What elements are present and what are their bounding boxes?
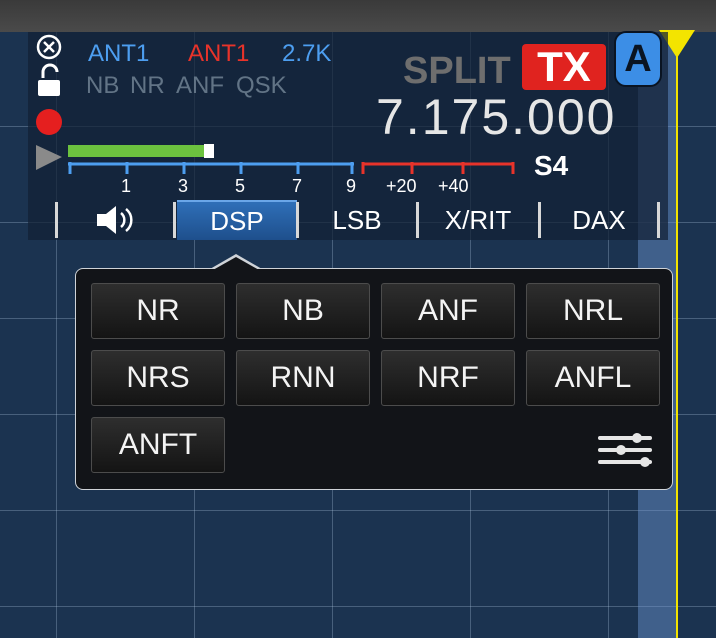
tab-separator — [55, 202, 58, 238]
tab-separator — [173, 202, 176, 238]
dsp-nrf-button[interactable]: NRF — [381, 350, 515, 406]
scale-label-7: 7 — [292, 176, 303, 196]
slice-letter-badge[interactable]: A — [614, 31, 662, 87]
tab-separator — [657, 202, 660, 238]
scale-label-9: 9 — [346, 176, 357, 196]
s-level-readout: S4 — [534, 150, 569, 181]
dsp-rnn-button[interactable]: RNN — [236, 350, 370, 406]
tab-lsb[interactable]: LSB — [300, 200, 414, 240]
speaker-icon — [97, 206, 133, 234]
s-meter-signal-bar — [68, 145, 210, 157]
dsp-anft-button[interactable]: ANFT — [91, 417, 225, 473]
dsp-anf-button[interactable]: ANF — [381, 283, 515, 339]
dsp-nr-button[interactable]: NR — [91, 283, 225, 339]
tab-separator — [538, 202, 541, 238]
tab-audio[interactable] — [62, 200, 170, 240]
sliders-icon[interactable] — [598, 432, 654, 468]
tab-dax[interactable]: DAX — [542, 200, 656, 240]
tab-dsp[interactable]: DSP — [177, 200, 297, 240]
tab-xrit[interactable]: X/RIT — [420, 200, 536, 240]
dsp-nrs-button[interactable]: NRS — [91, 350, 225, 406]
scale-label-3: 3 — [178, 176, 189, 196]
scale-label-plus40: +40 — [438, 176, 469, 196]
scale-label-plus20: +20 — [386, 176, 417, 196]
tab-separator — [416, 202, 419, 238]
scale-label-1: 1 — [121, 176, 132, 196]
s-meter-peak-marker — [204, 144, 214, 158]
scale-label-5: 5 — [235, 176, 246, 196]
slice-carrier-line[interactable] — [676, 40, 678, 638]
dsp-nrl-button[interactable]: NRL — [526, 283, 660, 339]
tab-separator — [296, 202, 299, 238]
dsp-anfl-button[interactable]: ANFL — [526, 350, 660, 406]
s-meter — [68, 144, 515, 174]
dsp-nb-button[interactable]: NB — [236, 283, 370, 339]
dsp-panel-pointer-fill — [213, 257, 259, 270]
